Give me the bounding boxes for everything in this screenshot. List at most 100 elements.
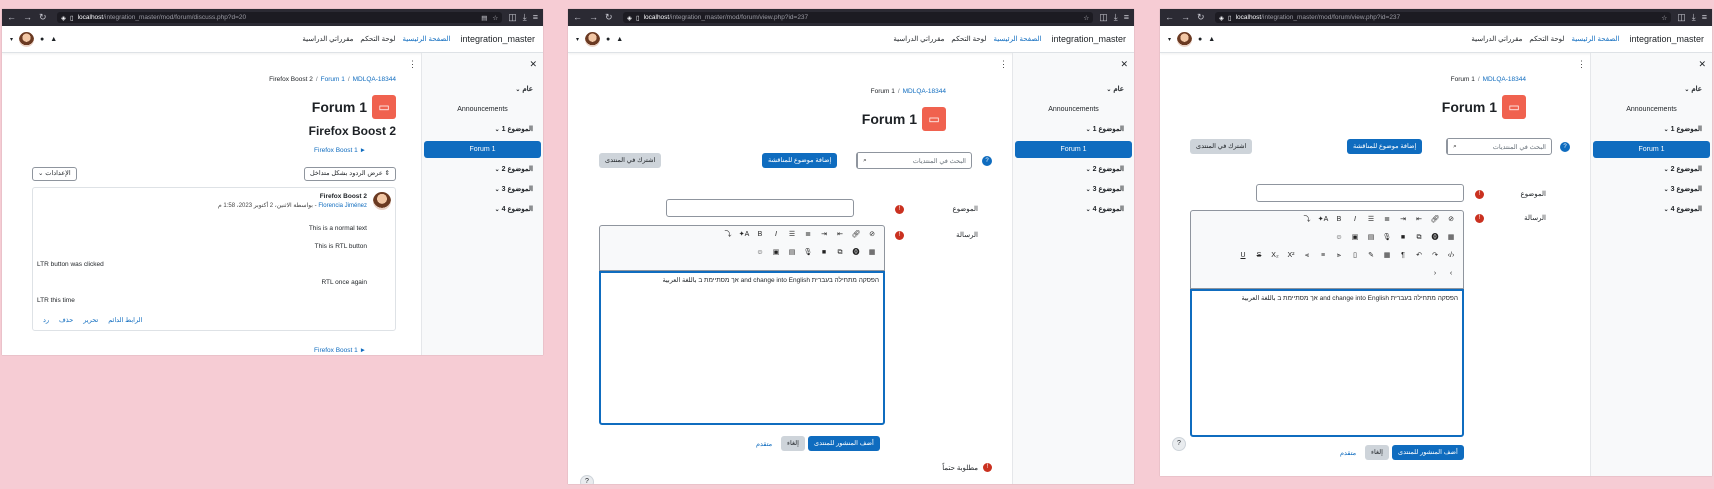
message-editor[interactable]: אך מסתיימת ב باللغة العربية and change i… (1190, 289, 1464, 437)
link-icon[interactable]: 🔗︎ (1429, 214, 1441, 226)
avatar[interactable] (1177, 31, 1193, 47)
image-icon[interactable]: ▣ (770, 247, 782, 259)
pocket-icon[interactable]: ◫ (1677, 12, 1686, 23)
star-icon[interactable]: ☆ (1661, 14, 1667, 22)
star-icon[interactable]: ☆ (1083, 14, 1089, 22)
unlink-icon[interactable]: ⊘ (1445, 214, 1457, 226)
permalink-link[interactable]: الرابط الدائم (108, 316, 142, 324)
avatar[interactable] (19, 31, 35, 47)
undo-icon[interactable]: ↶ (1413, 250, 1425, 262)
numbered-list-icon[interactable]: ≣ (1381, 214, 1393, 226)
table-icon[interactable]: ▦ (1445, 232, 1457, 244)
forward-icon[interactable]: → (23, 12, 32, 23)
site-brand[interactable]: integration_master (460, 34, 535, 44)
outdent-icon[interactable]: ⇤ (834, 229, 846, 241)
bell-icon[interactable]: ▲ (1208, 36, 1215, 43)
chevron-left-icon[interactable]: ‹ (1445, 268, 1457, 280)
clear-format-icon[interactable]: ▯ (1349, 250, 1361, 262)
char-map-icon[interactable]: ▦ (1381, 250, 1393, 262)
nav-my-courses[interactable]: مقرراتي الدراسية (893, 35, 944, 43)
align-left-icon[interactable]: ⫷ (1301, 250, 1313, 262)
cancel-button[interactable]: إلغاء (781, 436, 805, 451)
font-color-icon[interactable]: ✦A (738, 229, 750, 241)
dropdown-icon[interactable]: ⤵ (1301, 214, 1313, 226)
copy-icon[interactable]: ⧉ (1413, 232, 1425, 244)
breadcrumb-course[interactable]: MDLQA-18344 (903, 88, 946, 95)
drawer-item-announcements[interactable]: Announcements (424, 101, 541, 118)
bullet-list-icon[interactable]: ☰ (1365, 214, 1377, 226)
forum-search-input[interactable]: ⌕ البحث في المنتديات (856, 152, 972, 169)
close-icon[interactable]: ✕ (1120, 59, 1128, 70)
download-icon[interactable]: ⤓ (523, 12, 527, 23)
numbered-list-icon[interactable]: ≣ (802, 229, 814, 241)
nav-my-courses[interactable]: مقرراتي الدراسية (1471, 35, 1522, 43)
superscript-icon[interactable]: X² (1285, 250, 1297, 262)
microphone-icon[interactable]: 🎙︎ (802, 247, 814, 259)
breadcrumb-course[interactable]: MDLQA-18344 (353, 76, 396, 83)
delete-link[interactable]: حذف (59, 316, 73, 324)
media-icon[interactable]: ▤ (786, 247, 798, 259)
site-brand[interactable]: integration_master (1051, 34, 1126, 44)
post-to-forum-button[interactable]: أضف المنشور للمنتدى (1392, 445, 1464, 460)
edit-link[interactable]: تحرير (83, 316, 98, 324)
menu-icon[interactable]: ≡ (1124, 12, 1129, 23)
display-mode-select[interactable]: عرض الردود بشكل متداخل ⇕ (303, 167, 396, 181)
drawer-item-general[interactable]: ⌄ عام (1593, 81, 1710, 98)
indent-icon[interactable]: ⇥ (818, 229, 830, 241)
equation-icon[interactable]: ✎ (1365, 250, 1377, 262)
ltr-icon[interactable]: ¶ (1397, 250, 1409, 262)
messages-icon[interactable]: ● (40, 36, 44, 43)
outdent-icon[interactable]: ⇤ (1413, 214, 1425, 226)
drawer-item-forum1[interactable]: Forum 1 (1015, 141, 1132, 158)
nav-home[interactable]: الصفحة الرئيسية (402, 35, 450, 43)
reload-icon[interactable]: ↻ (39, 12, 47, 23)
drawer-item-forum1[interactable]: Forum 1 (424, 141, 541, 158)
bell-icon[interactable]: ▲ (50, 36, 57, 43)
reload-icon[interactable]: ↻ (605, 12, 613, 23)
emoji-icon[interactable]: ☺ (1333, 232, 1345, 244)
breadcrumb-forum[interactable]: Forum 1 (321, 76, 345, 83)
drawer-item-topic3[interactable]: ⌄ الموضوع 3 (424, 181, 541, 198)
video-icon[interactable]: ■ (818, 247, 830, 259)
drawer-item-forum1[interactable]: Forum 1 (1593, 141, 1710, 158)
next-discussion-link[interactable]: Firefox Boost 1 ► (314, 347, 366, 354)
cancel-button[interactable]: إلغاء (1365, 445, 1389, 460)
nav-home[interactable]: الصفحة الرئيسية (1571, 35, 1619, 43)
help-button[interactable]: ? (580, 475, 594, 484)
message-editor[interactable]: אך מסתיימת ב باللغة العربية and change i… (599, 271, 885, 425)
drawer-item-topic4[interactable]: ⌄ الموضوع 4 (424, 201, 541, 218)
drawer-item-topic3[interactable]: ⌄ الموضوع 3 (1593, 181, 1710, 198)
align-center-icon[interactable]: ≡ (1317, 250, 1329, 262)
advanced-link[interactable]: متقدم (1340, 449, 1356, 457)
address-bar[interactable]: ◈ ▯ localhost/integration_master/mod/for… (1215, 12, 1672, 23)
indent-icon[interactable]: ⇥ (1397, 214, 1409, 226)
drawer-item-topic2[interactable]: ⌄ الموضوع 2 (424, 161, 541, 178)
prev-discussion-link[interactable]: Firefox Boost 1 ► (314, 147, 366, 154)
avatar[interactable] (585, 31, 601, 47)
user-menu-chevron-icon[interactable]: ▾ (10, 36, 13, 43)
menu-icon[interactable]: ≡ (533, 12, 538, 23)
drawer-item-topic1[interactable]: ⌄ الموضوع 1 (1015, 121, 1132, 138)
add-discussion-button[interactable]: إضافة موضوع للمناقشة (1347, 139, 1423, 154)
subject-input[interactable] (666, 199, 854, 217)
settings-dropdown[interactable]: ⌄ الإعدادات (32, 167, 77, 181)
search-icon[interactable]: ⌕ (857, 153, 872, 168)
pocket-icon[interactable]: ◫ (508, 12, 517, 23)
post-to-forum-button[interactable]: أضف المنشور للمنتدى (808, 436, 880, 451)
italic-icon[interactable]: I (770, 229, 782, 241)
address-bar[interactable]: ◈ ▯ localhost/integration_master/mod/for… (623, 12, 1094, 23)
chevron-right-icon[interactable]: › (1429, 268, 1441, 280)
dropdown-icon[interactable]: ⤵ (722, 229, 734, 241)
unlink-icon[interactable]: ⊘ (866, 229, 878, 241)
redo-icon[interactable]: ↷ (1429, 250, 1441, 262)
microphone-icon[interactable]: 🎙︎ (1381, 232, 1393, 244)
download-icon[interactable]: ⤓ (1114, 12, 1118, 23)
author-avatar[interactable] (373, 192, 391, 210)
back-icon[interactable]: ← (1165, 12, 1174, 23)
star-icon[interactable]: ☆ (492, 14, 498, 22)
emoji-icon[interactable]: ☺ (754, 247, 766, 259)
drawer-item-general[interactable]: ⌄ عام (424, 81, 541, 98)
forum-search-input[interactable]: ⌕ البحث في المنتديات (1446, 138, 1552, 155)
drawer-item-announcements[interactable]: Announcements (1015, 101, 1132, 118)
back-icon[interactable]: ← (573, 12, 582, 23)
